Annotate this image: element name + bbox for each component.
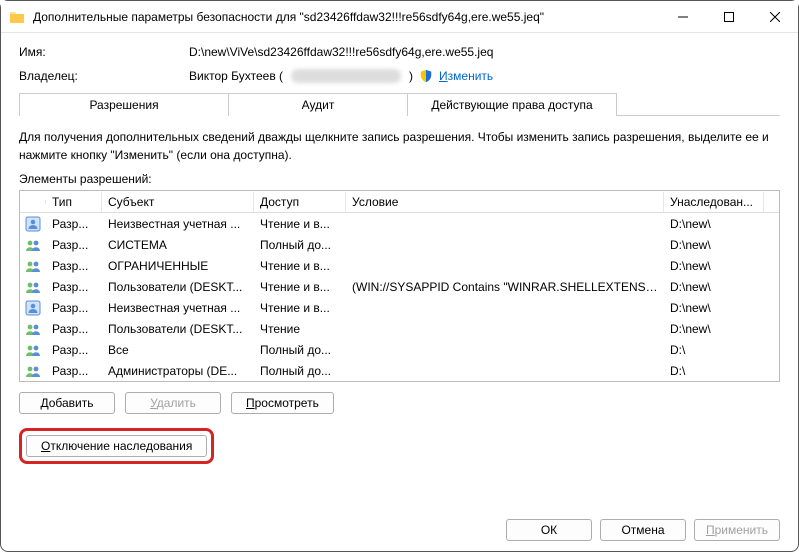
cell-inherited: D:\new\ (664, 236, 764, 254)
cell-subject: Пользователи (DESKT... (102, 320, 254, 338)
cell-inherited: D:\new\ (664, 299, 764, 317)
tabs: Разрешения Аудит Действующие права досту… (19, 93, 780, 116)
cell-condition (346, 222, 664, 226)
column-access[interactable]: Доступ (254, 192, 346, 212)
group-icon (20, 319, 46, 339)
name-label: Имя: (19, 45, 189, 59)
group-icon (20, 361, 46, 381)
table-row[interactable]: Разр...Неизвестная учетная ...Чтение и в… (20, 297, 779, 318)
column-condition[interactable]: Условие (346, 192, 664, 212)
group-icon (20, 256, 46, 276)
cell-inherited: D:\new\ (664, 257, 764, 275)
tab-permissions[interactable]: Разрешения (19, 93, 229, 116)
tab-audit[interactable]: Аудит (228, 93, 408, 116)
table-row[interactable]: Разр...Неизвестная учетная ...Чтение и в… (20, 213, 779, 234)
table-row[interactable]: Разр...Пользователи (DESKT...Чтение и в.… (20, 276, 779, 297)
cell-access: Полный до... (254, 341, 346, 359)
cell-access: Чтение и в... (254, 278, 346, 296)
cell-type: Разр... (46, 299, 102, 317)
cell-condition (346, 243, 664, 247)
name-value: D:\new\ViVe\sd23426ffdaw32!!!re56sdfy64g… (189, 45, 780, 59)
highlight-box: Отключение наследования (19, 428, 214, 464)
cell-access: Чтение и в... (254, 257, 346, 275)
owner-email-blurred (291, 69, 401, 83)
cell-type: Разр... (46, 320, 102, 338)
titlebar: Дополнительные параметры безопасности дл… (1, 1, 798, 33)
ok-button[interactable]: ОК (506, 519, 592, 541)
table-row[interactable]: Разр...ОГРАНИЧЕННЫЕЧтение и в... D:\new\ (20, 255, 779, 276)
disable-inheritance-button[interactable]: Отключение наследования (26, 435, 207, 457)
column-subject[interactable]: Субъект (102, 192, 254, 212)
cell-subject: СИСТЕМА (102, 236, 254, 254)
owner-name-close: ) (409, 69, 413, 83)
cell-inherited: D:\new\ (664, 320, 764, 338)
column-type[interactable]: Тип (46, 192, 102, 212)
table-row[interactable]: Разр...СИСТЕМАПолный до... D:\new\ (20, 234, 779, 255)
cell-subject: Все (102, 341, 254, 359)
cell-inherited: D:\ (664, 362, 764, 380)
window-title: Дополнительные параметры безопасности дл… (33, 10, 660, 24)
cell-access: Полный до... (254, 362, 346, 380)
apply-button: Применить (694, 519, 780, 541)
table-row[interactable]: Разр...Администраторы (DE...Полный до...… (20, 360, 779, 381)
cell-condition: (WIN://SYSAPPID Contains "WINRAR.SHELLEX… (346, 278, 664, 296)
description-text: Для получения дополнительных сведений дв… (19, 128, 780, 164)
remove-button: Удалить (125, 392, 221, 414)
user-icon (20, 214, 46, 234)
cell-subject: ОГРАНИЧЕННЫЕ (102, 257, 254, 275)
cancel-button[interactable]: Отмена (600, 519, 686, 541)
add-button[interactable]: Добавить (19, 392, 115, 414)
cell-subject: Администраторы (DE... (102, 362, 254, 380)
group-icon (20, 277, 46, 297)
cell-type: Разр... (46, 257, 102, 275)
permissions-table: Тип Субъект Доступ Условие Унаследован..… (19, 190, 780, 382)
cell-subject: Неизвестная учетная ... (102, 299, 254, 317)
cell-condition (346, 369, 664, 373)
cell-type: Разр... (46, 341, 102, 359)
cell-inherited: D:\ (664, 341, 764, 359)
table-row[interactable]: Разр...Пользователи (DESKT...Чтение D:\ne… (20, 318, 779, 339)
cell-subject: Пользователи (DESKT... (102, 278, 254, 296)
cell-access: Чтение (254, 320, 346, 338)
owner-label: Владелец: (19, 69, 189, 83)
cell-condition (346, 264, 664, 268)
shield-icon (419, 69, 433, 83)
cell-condition (346, 306, 664, 310)
cell-type: Разр... (46, 215, 102, 233)
cell-access: Чтение и в... (254, 299, 346, 317)
change-owner-link[interactable]: Изменить (439, 69, 493, 83)
group-icon (20, 340, 46, 360)
group-icon (20, 235, 46, 255)
cell-type: Разр... (46, 278, 102, 296)
cell-type: Разр... (46, 236, 102, 254)
maximize-button[interactable] (706, 1, 752, 32)
cell-inherited: D:\new\ (664, 215, 764, 233)
table-row[interactable]: Разр...ВсеПолный до... D:\ (20, 339, 779, 360)
view-button[interactable]: Просмотреть (231, 392, 334, 414)
user-icon (20, 298, 46, 318)
table-header: Тип Субъект Доступ Условие Унаследован..… (20, 191, 779, 213)
close-button[interactable] (752, 1, 798, 32)
column-inherited[interactable]: Унаследован... (664, 192, 764, 212)
cell-condition (346, 348, 664, 352)
minimize-button[interactable] (660, 1, 706, 32)
cell-subject: Неизвестная учетная ... (102, 215, 254, 233)
cell-type: Разр... (46, 362, 102, 380)
folder-icon (9, 9, 25, 25)
cell-access: Полный до... (254, 236, 346, 254)
permissions-subheading: Элементы разрешений: (19, 172, 780, 186)
owner-name: Виктор Бухтеев ( (189, 69, 283, 83)
cell-condition (346, 327, 664, 331)
dialog-footer: ОК Отмена Применить (506, 519, 780, 541)
cell-access: Чтение и в... (254, 215, 346, 233)
cell-inherited: D:\new\ (664, 278, 764, 296)
tab-effective-access[interactable]: Действующие права доступа (407, 93, 617, 116)
